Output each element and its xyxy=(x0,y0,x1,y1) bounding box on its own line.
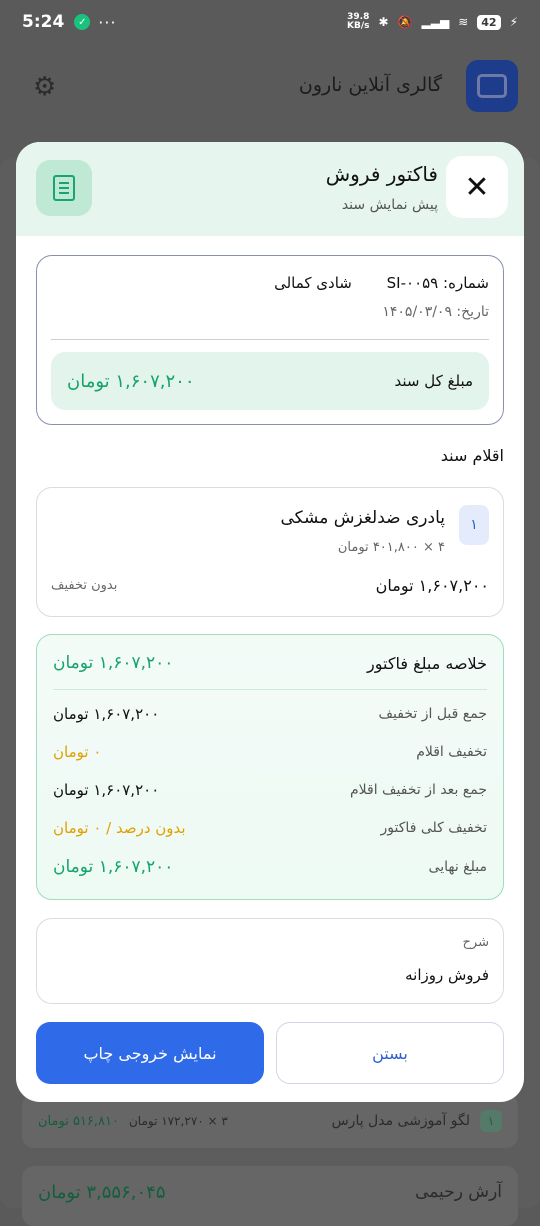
summary-row-invoice-discount: تخفیف کلی فاکتور بدون درصد / ۰ تومان xyxy=(53,819,487,837)
document-total-label: مبلغ کل سند xyxy=(394,372,473,390)
document-date: ۱۴۰۵/۰۳/۰۹ xyxy=(382,304,452,320)
list-item-amount: ۵۱۶,۸۱۰ تومان xyxy=(38,1113,119,1129)
gear-icon[interactable]: ⚙ xyxy=(33,74,59,100)
list-item-number: ۱ xyxy=(480,1110,502,1132)
divider xyxy=(51,339,489,340)
summary-value: بدون درصد / ۰ تومان xyxy=(53,819,186,837)
list-item-name: آرش رحیمی xyxy=(415,1182,502,1202)
divider xyxy=(53,689,487,690)
status-icons: 39.8 KB/s ✱ 🔕 ▂▃▅ ≋ 42 ⚡ xyxy=(347,13,518,31)
summary-row-item-discount: تخفیف اقلام ۰ تومان xyxy=(53,743,487,761)
invoice-sheet: ✕ فاکتور فروش پیش نمایش سند شماره: SI-۰۰… xyxy=(16,142,524,1102)
items-section-title: اقلام سند xyxy=(440,446,504,465)
sheet-subtitle: پیش نمایش سند xyxy=(341,197,438,213)
summary-value: ۰ تومان xyxy=(53,743,102,761)
invoice-summary: خلاصه مبلغ فاکتور ۱,۶۰۷,۲۰۰ تومان جمع قب… xyxy=(36,634,504,900)
app-title: گالری آنلاین نارون xyxy=(298,74,442,96)
item-quantity-price: ۴ × ۴۰۱,۸۰۰ تومان xyxy=(337,540,445,555)
description-value: فروش روزانه xyxy=(405,966,489,984)
summary-row-subtotal: جمع قبل از تخفیف ۱,۶۰۷,۲۰۰ تومان xyxy=(53,705,487,723)
document-date-line: تاریخ: ۱۴۰۵/۰۳/۰۹ xyxy=(382,304,489,320)
item-number: ۱ xyxy=(459,505,489,545)
status-bar: 5:24 ✓ ··· 39.8 KB/s ✱ 🔕 ▂▃▅ ≋ 42 ⚡ xyxy=(0,0,540,44)
close-button[interactable]: بستن xyxy=(276,1022,504,1084)
app-bar: ⚙ گالری آنلاین نارون xyxy=(0,44,540,142)
document-header-line: شماره: SI-۰۰۵۹ شادی کمالی xyxy=(274,274,489,292)
summary-label: تخفیف کلی فاکتور xyxy=(380,820,487,836)
close-icon[interactable]: ✕ xyxy=(446,156,508,218)
summary-label: مبلغ نهایی xyxy=(428,859,487,875)
bluetooth-icon: ✱ xyxy=(378,15,389,29)
sheet-title: فاکتور فروش xyxy=(325,162,438,186)
document-total-amount: ۱,۶۰۷,۲۰۰ تومان xyxy=(67,370,195,392)
network-speed-unit: KB/s xyxy=(347,21,370,31)
status-time: 5:24 xyxy=(22,12,65,32)
signal-icon: ▂▃▅ xyxy=(421,15,450,29)
summary-label: جمع بعد از تخفیف اقلام xyxy=(350,782,487,798)
mute-icon: 🔕 xyxy=(397,15,413,29)
summary-row-final: مبلغ نهایی ۱,۶۰۷,۲۰۰ تومان xyxy=(53,857,487,877)
summary-title-amount: ۱,۶۰۷,۲۰۰ تومان xyxy=(53,653,174,673)
sheet-header: ✕ فاکتور فروش پیش نمایش سند xyxy=(16,142,524,236)
description-label: شرح xyxy=(462,935,489,950)
document-card: شماره: SI-۰۰۵۹ شادی کمالی تاریخ: ۱۴۰۵/۰۳… xyxy=(36,255,504,425)
list-item-detail: ۳ × ۱۷۲,۲۷۰ تومان xyxy=(128,1114,228,1128)
list-item-name: لگو آموزشی مدل پارس xyxy=(331,1113,470,1129)
summary-row-after-discount: جمع بعد از تخفیف اقلام ۱,۶۰۷,۲۰۰ تومان xyxy=(53,781,487,799)
receipt-icon xyxy=(36,160,92,216)
document-date-label: تاریخ: xyxy=(456,304,489,320)
summary-header: خلاصه مبلغ فاکتور ۱,۶۰۷,۲۰۰ تومان xyxy=(53,653,487,673)
item-name: پادری ضدلغزش مشکی xyxy=(280,508,445,528)
document-number-label: شماره: xyxy=(443,274,489,292)
description-card: شرح فروش روزانه xyxy=(36,918,504,1004)
summary-value: ۱,۶۰۷,۲۰۰ تومان xyxy=(53,857,174,877)
summary-value: ۱,۶۰۷,۲۰۰ تومان xyxy=(53,781,160,799)
document-number: SI-۰۰۵۹ xyxy=(386,274,439,292)
background-list-item[interactable]: ۱ لگو آموزشی مدل پارس ۳ × ۱۷۲,۲۷۰ تومان … xyxy=(22,1094,518,1148)
battery-icon: 42 xyxy=(477,14,501,30)
summary-value: ۱,۶۰۷,۲۰۰ تومان xyxy=(53,705,160,723)
app-logo-icon xyxy=(466,60,518,112)
more-notifications-icon: ··· xyxy=(98,12,117,32)
customer-name: شادی کمالی xyxy=(274,274,352,292)
shield-icon: ✓ xyxy=(74,14,91,30)
wifi-icon: ≋ xyxy=(458,15,469,29)
document-total: مبلغ کل سند ۱,۶۰۷,۲۰۰ تومان xyxy=(51,352,489,410)
summary-title: خلاصه مبلغ فاکتور xyxy=(367,653,487,673)
background-list-item[interactable]: آرش رحیمی ۳,۵۵۶,۰۴۵ تومان xyxy=(22,1166,518,1226)
item-discount: بدون تخفیف xyxy=(51,578,118,593)
charging-icon: ⚡ xyxy=(509,15,518,29)
network-speed: 39.8 KB/s xyxy=(347,13,369,31)
item-total: ۱,۶۰۷,۲۰۰ تومان xyxy=(375,576,489,595)
summary-label: جمع قبل از تخفیف xyxy=(378,706,487,722)
invoice-item: ۱ پادری ضدلغزش مشکی ۴ × ۴۰۱,۸۰۰ تومان ۱,… xyxy=(36,487,504,617)
summary-label: تخفیف اقلام xyxy=(416,744,487,760)
print-preview-button[interactable]: نمایش خروجی چاپ xyxy=(36,1022,264,1084)
